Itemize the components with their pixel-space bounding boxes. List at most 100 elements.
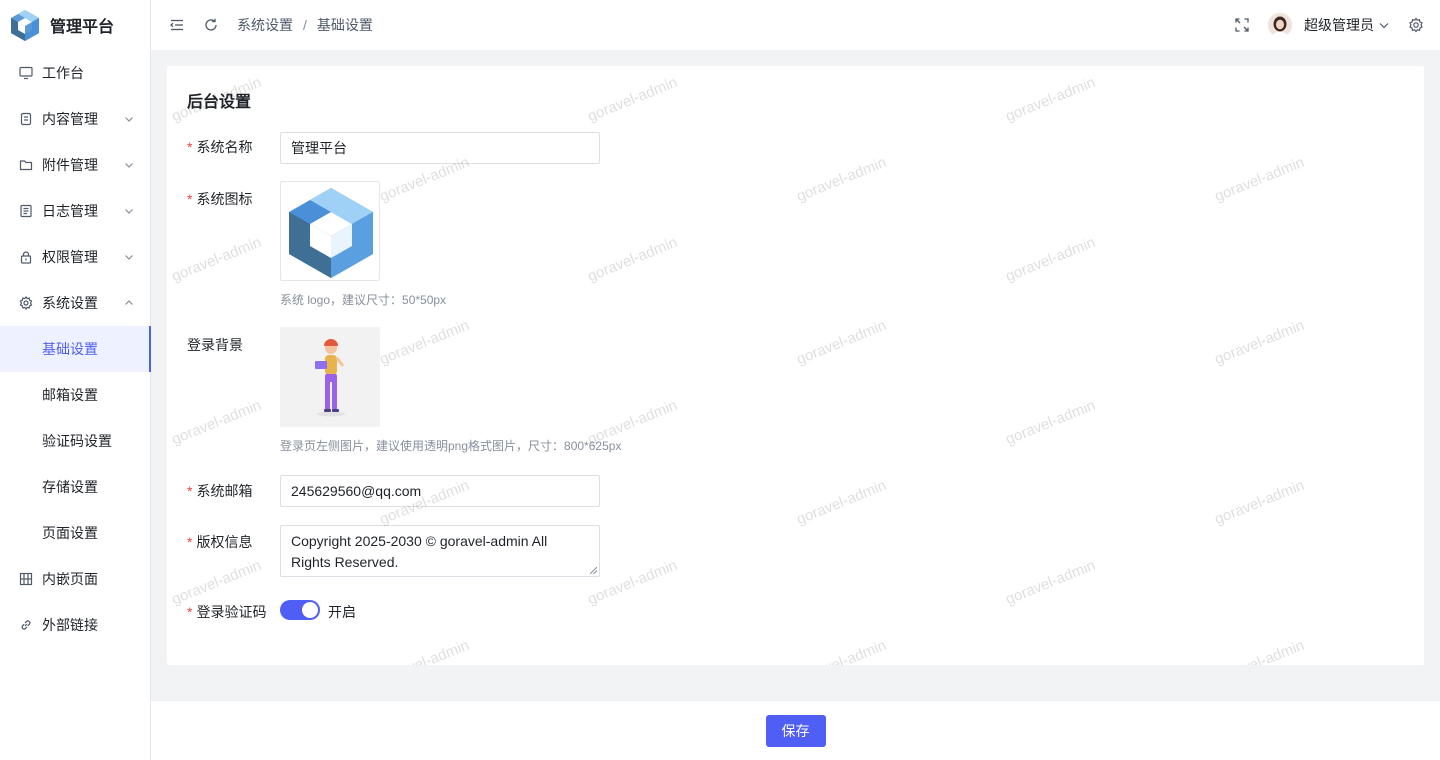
card-title: 后台设置	[187, 94, 252, 111]
system-icon-hint: 系统 logo，建议尺寸：50*50px	[280, 293, 447, 307]
sidebar-item-label: 基础设置	[42, 341, 98, 357]
breadcrumb-item[interactable]: 系统设置	[237, 15, 293, 35]
watermark: goravel-admin	[794, 476, 889, 529]
login-illustration-image	[281, 328, 379, 426]
logo-icon	[11, 10, 39, 41]
captcha-toggle[interactable]	[280, 600, 320, 620]
avatar[interactable]	[1268, 13, 1292, 37]
label-text: 登录验证码	[196, 604, 267, 620]
watermark: goravel-admin	[169, 396, 264, 449]
sidebar-item-label: 权限管理	[42, 249, 98, 265]
system-logo-image	[289, 188, 373, 278]
login-bg-hint: 登录页左侧图片，建议使用透明png格式图片，尺寸：800*625px	[280, 439, 622, 453]
breadcrumb-separator: /	[303, 17, 307, 33]
required-mark: *	[187, 604, 193, 620]
sidebar-item-logs[interactable]: 日志管理	[0, 188, 150, 234]
sidebar-item-label: 页面设置	[42, 525, 98, 541]
monitor-icon	[18, 65, 34, 81]
watermark: goravel-admin	[377, 636, 472, 665]
sidebar-item-permissions[interactable]: 权限管理	[0, 234, 150, 280]
required-mark: *	[187, 139, 193, 155]
sidebar-item-label: 工作台	[42, 65, 84, 81]
sidebar-item-embedded-pages[interactable]: 内嵌页面	[0, 556, 150, 602]
watermark: goravel-admin	[1003, 396, 1098, 449]
sidebar-item-label: 验证码设置	[42, 433, 112, 449]
sidebar: 管理平台 工作台 内容管理 附件管理 日志管理 权限管理 系统设置 基础设置 邮…	[0, 0, 151, 760]
login-bg-upload[interactable]	[280, 327, 380, 427]
required-mark: *	[187, 191, 193, 207]
gear-icon	[18, 295, 34, 311]
watermark: goravel-admin	[794, 636, 889, 665]
captcha-label: * 登录验证码	[187, 602, 266, 622]
chevron-down-icon[interactable]	[1378, 19, 1390, 31]
link-icon	[18, 617, 34, 633]
breadcrumb: 系统设置 / 基础设置	[237, 15, 373, 35]
system-name-input[interactable]: 管理平台	[280, 132, 600, 164]
folder-icon	[18, 157, 34, 173]
watermark: goravel-admin	[585, 233, 680, 286]
required-mark: *	[187, 483, 193, 499]
settings-icon[interactable]	[1408, 17, 1424, 33]
brand[interactable]: 管理平台	[0, 0, 150, 50]
header-right: 超级管理员	[1234, 13, 1424, 37]
refresh-icon[interactable]	[203, 17, 219, 33]
sidebar-item-basic-settings[interactable]: 基础设置	[0, 326, 151, 372]
watermark: goravel-admin	[1212, 636, 1307, 665]
toggle-knob	[302, 602, 318, 618]
sidebar-item-storage-settings[interactable]: 存储设置	[0, 464, 150, 510]
watermark: goravel-admin	[585, 73, 680, 126]
sidebar-menu: 工作台 内容管理 附件管理 日志管理 权限管理 系统设置 基础设置 邮箱设置 验…	[0, 50, 151, 648]
chevron-down-icon	[125, 117, 133, 122]
label-text: 系统邮箱	[196, 483, 253, 499]
save-button[interactable]: 保存	[765, 714, 826, 747]
sidebar-item-captcha-settings[interactable]: 验证码设置	[0, 418, 150, 464]
sidebar-item-label: 邮箱设置	[42, 387, 98, 403]
watermark: goravel-admin	[1212, 476, 1307, 529]
system-icon-label: * 系统图标	[187, 189, 252, 209]
sidebar-item-attachments[interactable]: 附件管理	[0, 142, 150, 188]
email-label: * 系统邮箱	[187, 481, 252, 501]
log-icon	[18, 203, 34, 219]
sidebar-item-label: 外部链接	[42, 617, 98, 633]
watermark: goravel-admin	[1003, 233, 1098, 286]
copyright-text: Copyright 2025-2030 © goravel-admin All …	[291, 533, 548, 570]
watermark: goravel-admin	[1212, 316, 1307, 369]
sidebar-item-system-settings[interactable]: 系统设置	[0, 280, 150, 326]
sidebar-item-page-settings[interactable]: 页面设置	[0, 510, 150, 556]
watermark: goravel-admin	[377, 316, 472, 369]
label-text: 版权信息	[196, 534, 253, 550]
email-input[interactable]: 245629560@qq.com	[280, 475, 600, 507]
sidebar-item-label: 附件管理	[42, 157, 98, 173]
label-text: 系统图标	[196, 191, 253, 207]
watermark: goravel-admin	[169, 233, 264, 286]
sidebar-item-workbench[interactable]: 工作台	[0, 50, 150, 96]
watermark: goravel-admin	[1003, 73, 1098, 126]
sidebar-item-content[interactable]: 内容管理	[0, 96, 150, 142]
grid-icon	[18, 571, 34, 587]
document-icon	[18, 111, 34, 127]
sidebar-item-label: 日志管理	[42, 203, 98, 219]
captcha-state-text: 开启	[328, 604, 356, 620]
username[interactable]: 超级管理员	[1304, 15, 1374, 35]
copyright-textarea[interactable]: Copyright 2025-2030 © goravel-admin All …	[280, 525, 600, 577]
watermark: goravel-admin	[1212, 153, 1307, 206]
watermark: goravel-admin	[169, 556, 264, 609]
chevron-down-icon	[125, 209, 133, 214]
system-name-label: * 系统名称	[187, 137, 252, 157]
label-text: 系统名称	[196, 139, 253, 155]
top-header: 系统设置 / 基础设置 超级管理员	[151, 0, 1440, 50]
watermark: goravel-admin	[794, 153, 889, 206]
menu-collapse-icon[interactable]	[169, 17, 185, 33]
sidebar-item-label: 存储设置	[42, 479, 98, 495]
sidebar-item-label: 内嵌页面	[42, 571, 98, 587]
sidebar-item-external-links[interactable]: 外部链接	[0, 602, 150, 648]
resize-handle-icon[interactable]	[590, 567, 597, 574]
system-icon-upload[interactable]	[280, 181, 380, 281]
settings-card: 后台设置 * 系统名称 管理平台 * 系统图标 系统 logo，建议尺寸：50*50…	[167, 66, 1424, 665]
form-footer: 保存	[151, 700, 1440, 760]
watermark: goravel-admin	[794, 316, 889, 369]
fullscreen-icon[interactable]	[1234, 17, 1250, 33]
copyright-label: * 版权信息	[187, 532, 252, 552]
sidebar-item-label: 系统设置	[42, 295, 98, 311]
sidebar-item-email-settings[interactable]: 邮箱设置	[0, 372, 150, 418]
